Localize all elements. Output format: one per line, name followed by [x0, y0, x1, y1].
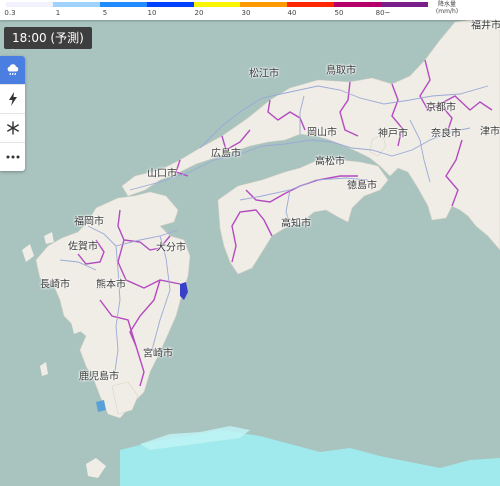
- legend-swatch-5: [99, 2, 147, 7]
- lightning-layer-button[interactable]: [0, 85, 25, 114]
- legend-swatch-10: [146, 2, 194, 7]
- city-label-yamaguchi: 山口市: [147, 168, 177, 180]
- legend-tick-label: 1: [55, 9, 61, 17]
- city-label-kobe: 神戸市: [378, 128, 408, 140]
- legend-tick-label: 5: [102, 9, 108, 17]
- more-icon: [6, 155, 19, 159]
- city-label-kagoshima: 鹿児島市: [79, 371, 119, 383]
- legend-unit: 降水量 (mm/h): [430, 1, 464, 15]
- city-label-fukui: 福井市: [471, 20, 500, 32]
- legend-swatch-80: [381, 2, 429, 7]
- city-label-nara: 奈良市: [431, 128, 461, 140]
- legend-unit-value: (mm/h): [435, 8, 459, 15]
- city-label-miyazaki: 宮崎市: [143, 348, 173, 360]
- rain-cloud-icon: [7, 64, 18, 76]
- city-label-kumamoto: 熊本市: [96, 279, 126, 291]
- city-label-oita: 大分市: [156, 242, 186, 254]
- legend-tick-label: 0.3: [4, 9, 16, 17]
- city-label-okayama: 岡山市: [307, 127, 337, 139]
- city-label-saga: 佐賀市: [68, 241, 98, 253]
- legend-tick-label: 30: [241, 9, 251, 17]
- legend-tick-label: 40: [287, 9, 297, 17]
- snowflake-icon: [6, 121, 19, 135]
- city-label-tokushima: 徳島市: [347, 180, 377, 192]
- city-label-fukuoka: 福岡市: [74, 216, 104, 228]
- legend-tick-label: 20: [194, 9, 204, 17]
- rain-layer-button[interactable]: [0, 56, 25, 85]
- layer-toolbar: [0, 56, 25, 171]
- city-label-takamatsu: 高松市: [315, 156, 345, 168]
- legend-swatch-0-3: [6, 2, 53, 7]
- legend-swatch-1: [52, 2, 100, 7]
- legend-unit-title: 降水量: [437, 1, 456, 8]
- city-label-kochi: 高知市: [281, 218, 311, 230]
- precipitation-legend: 0.3 1 5 10 20 30 40 50 80~ 降水量 (mm/h): [0, 0, 500, 20]
- legend-tick-label: 50: [334, 9, 344, 17]
- city-label-nagasaki: 長崎市: [40, 279, 70, 291]
- legend-color-scale: [6, 2, 429, 7]
- legend-swatch-30: [240, 2, 288, 7]
- lightning-icon: [8, 92, 17, 106]
- city-label-hiroshima: 広島市: [211, 148, 241, 160]
- more-button[interactable]: [0, 143, 25, 171]
- city-label-tottori: 鳥取市: [326, 65, 356, 77]
- city-label-matsue: 松江市: [249, 68, 279, 80]
- forecast-time-label[interactable]: 18:00 (予測): [4, 27, 92, 49]
- legend-swatch-50: [334, 2, 382, 7]
- legend-tick-label: 10: [147, 9, 157, 17]
- city-label-tsu: 津市: [480, 126, 500, 138]
- legend-tick-label: 80~: [375, 9, 391, 17]
- legend-swatch-20: [193, 2, 241, 7]
- city-label-kyoto: 京都市: [426, 102, 456, 114]
- snow-layer-button[interactable]: [0, 114, 25, 143]
- legend-swatch-40: [287, 2, 335, 7]
